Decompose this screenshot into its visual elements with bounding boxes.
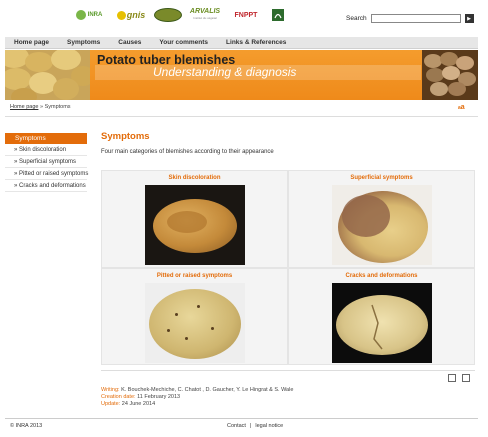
- gnis-logo[interactable]: gnis: [113, 7, 149, 23]
- banner-subtitle: Understanding & diagnosis: [153, 65, 297, 79]
- page-tools: [448, 374, 470, 382]
- credits-update-date: 24 June 2014: [121, 401, 156, 407]
- font-size-tool-icon[interactable]: aa: [458, 104, 465, 111]
- copyright: © INRA 2013: [10, 423, 43, 429]
- search-label: Search: [346, 15, 367, 22]
- sidebar-item-superficial-symptoms[interactable]: » Superficial symptoms: [5, 156, 87, 168]
- potato-oval-logo[interactable]: [154, 8, 182, 22]
- category-label[interactable]: Cracks and deformations: [345, 273, 417, 279]
- category-label[interactable]: Skin discoloration: [168, 175, 220, 181]
- credits-creation-date: 11 February 2013: [137, 394, 181, 400]
- breadcrumb-divider: [5, 116, 478, 117]
- potatoes-pile-image: [422, 50, 478, 100]
- category-card-superficial-symptoms[interactable]: Superficial symptoms: [289, 171, 474, 267]
- contact-link[interactable]: Contact: [227, 423, 246, 429]
- print-icon[interactable]: [448, 374, 456, 382]
- partner-logos: INRA gnis ARVALIS Institut du végétal FNP…: [70, 4, 287, 26]
- legal-notice-link[interactable]: legal notice: [255, 423, 283, 429]
- cracks-deformations-photo[interactable]: [331, 282, 432, 363]
- share-icon[interactable]: [462, 374, 470, 382]
- pitted-raised-symptoms-photo[interactable]: [144, 282, 245, 363]
- footer-links: Contact | legal notice: [227, 423, 283, 429]
- breadcrumb-home-link[interactable]: Home page: [10, 104, 38, 110]
- breadcrumb: Home page » Symptoms: [10, 104, 71, 110]
- main-nav: Home page Symptoms Causes Your comments …: [5, 37, 478, 49]
- category-label[interactable]: Superficial symptoms: [350, 175, 412, 181]
- breadcrumb-separator: »: [39, 104, 44, 110]
- play-arrow-icon: ▶: [467, 15, 472, 22]
- nav-causes[interactable]: Causes: [109, 39, 150, 46]
- inra-logo[interactable]: INRA: [70, 7, 108, 23]
- page-title: Symptoms: [101, 131, 150, 142]
- footer-divider: [5, 418, 478, 419]
- search-submit-button[interactable]: ▶: [464, 14, 474, 23]
- sidebar: Symptoms » Skin discoloration » Superfic…: [5, 133, 88, 192]
- nav-home[interactable]: Home page: [5, 39, 58, 46]
- page-intro: Four main categories of blemishes accord…: [101, 149, 274, 155]
- credits-writing: K. Bouchek-Mechiche, C. Chatot , D. Gauc…: [121, 387, 294, 393]
- search-input[interactable]: [370, 14, 461, 23]
- breadcrumb-current: Symptoms: [44, 104, 71, 110]
- nav-symptoms[interactable]: Symptoms: [58, 39, 109, 46]
- content-divider: [101, 370, 475, 371]
- category-card-cracks-deformations[interactable]: Cracks and deformations: [289, 268, 474, 364]
- search-bar: Search ▶: [346, 14, 474, 23]
- plant-logo[interactable]: [269, 7, 287, 23]
- sidebar-item-skin-discoloration[interactable]: » Skin discoloration: [5, 144, 87, 156]
- arvalis-logo[interactable]: ARVALIS Institut du végétal: [187, 7, 223, 23]
- footer-separator: |: [249, 423, 252, 429]
- symptom-categories-grid: Skin discoloration Superficial symptoms …: [101, 170, 475, 365]
- potatoes-banner-image: [5, 50, 90, 100]
- credits: Writing: K. Bouchek-Mechiche, C. Chatot …: [101, 387, 294, 407]
- skin-discoloration-photo[interactable]: [144, 185, 245, 265]
- category-label[interactable]: Pitted or raised symptoms: [157, 273, 232, 279]
- nav-your-comments[interactable]: Your comments: [150, 39, 217, 46]
- nav-links-references[interactable]: Links & References: [217, 39, 295, 46]
- sidebar-item-symptoms[interactable]: Symptoms: [5, 133, 87, 144]
- superficial-symptoms-photo[interactable]: [331, 185, 432, 265]
- fnppt-logo[interactable]: FNPPT: [228, 7, 264, 23]
- sidebar-item-cracks-deformations[interactable]: » Cracks and deformations: [5, 180, 87, 192]
- sidebar-item-pitted-raised-symptoms[interactable]: » Pitted or raised symptoms: [5, 168, 88, 180]
- header-banner: Potato tuber blemishes Understanding & d…: [5, 50, 478, 100]
- category-card-pitted-raised-symptoms[interactable]: Pitted or raised symptoms: [102, 268, 287, 364]
- category-card-skin-discoloration[interactable]: Skin discoloration: [102, 171, 287, 267]
